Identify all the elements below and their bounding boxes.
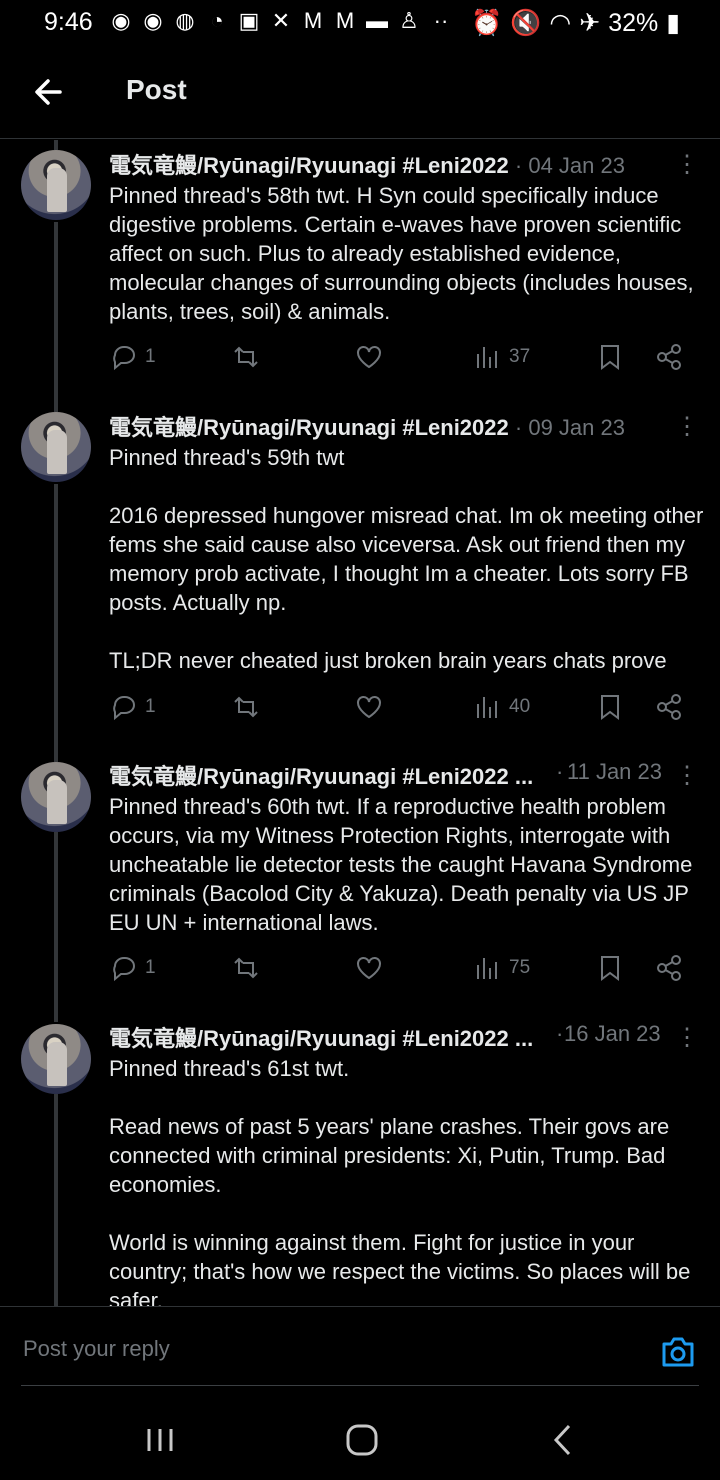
- system-nav-bar: [0, 1400, 720, 1480]
- back-icon: [553, 1424, 571, 1456]
- post-date[interactable]: 16 Jan 23: [564, 1021, 661, 1047]
- reply-divider: [21, 1385, 699, 1386]
- camera-icon: [662, 1337, 694, 1367]
- reply-input[interactable]: [21, 1328, 645, 1370]
- post-text: Pinned thread's 61st twt. Read news of p…: [109, 1056, 691, 1306]
- home-icon: [346, 1424, 378, 1456]
- author-name[interactable]: 電気竜鰻/Ryūnagi/Ryuunagi #Leni2022 ...: [109, 1026, 533, 1051]
- recents-icon: [147, 1429, 173, 1451]
- separator-dot: ·: [556, 1021, 564, 1046]
- post[interactable]: 電気竜鰻/Ryūnagi/Ryuunagi #Leni2022 ... · 16…: [0, 0, 720, 1306]
- avatar[interactable]: [21, 1024, 91, 1094]
- system-back-button[interactable]: [544, 1420, 594, 1460]
- camera-button[interactable]: [660, 1335, 696, 1369]
- post-header: 電気竜鰻/Ryūnagi/Ryuunagi #Leni2022 ... · 16…: [109, 1021, 669, 1051]
- home-button[interactable]: [340, 1420, 390, 1460]
- more-options-icon[interactable]: ⋮: [675, 1023, 699, 1053]
- recents-button[interactable]: [140, 1420, 190, 1460]
